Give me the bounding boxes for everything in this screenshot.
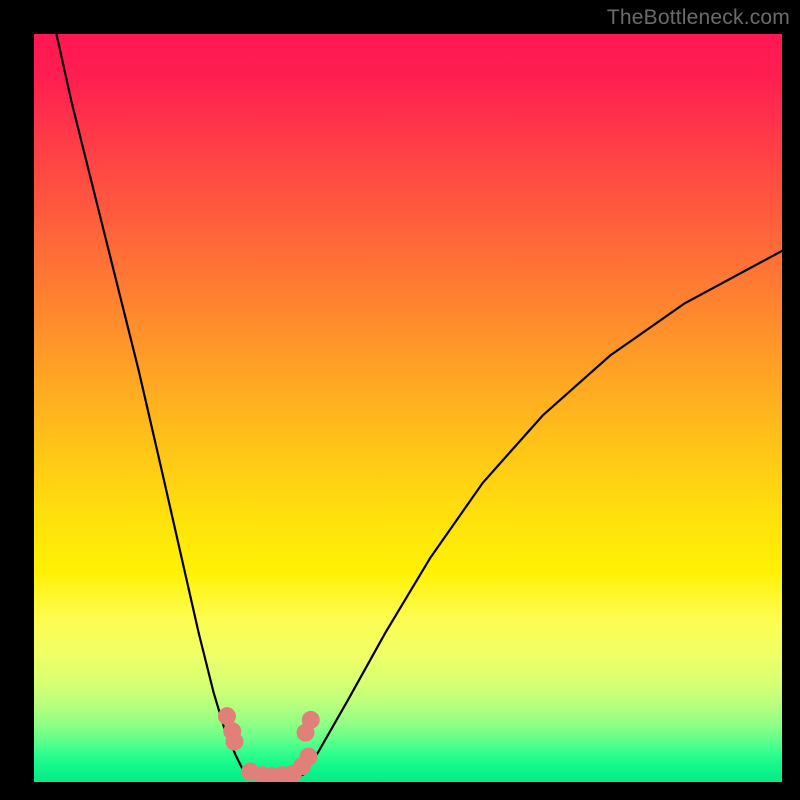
watermark-text: TheBottleneck.com — [607, 6, 790, 30]
marker-group — [218, 707, 320, 782]
curve-group — [56, 34, 782, 779]
chart-svg — [34, 34, 782, 782]
plot-area — [34, 34, 782, 782]
data-marker — [300, 748, 318, 766]
outer-frame: TheBottleneck.com — [0, 0, 800, 800]
bottleneck-curve — [56, 34, 782, 779]
data-marker — [302, 711, 320, 729]
data-marker — [225, 733, 243, 751]
